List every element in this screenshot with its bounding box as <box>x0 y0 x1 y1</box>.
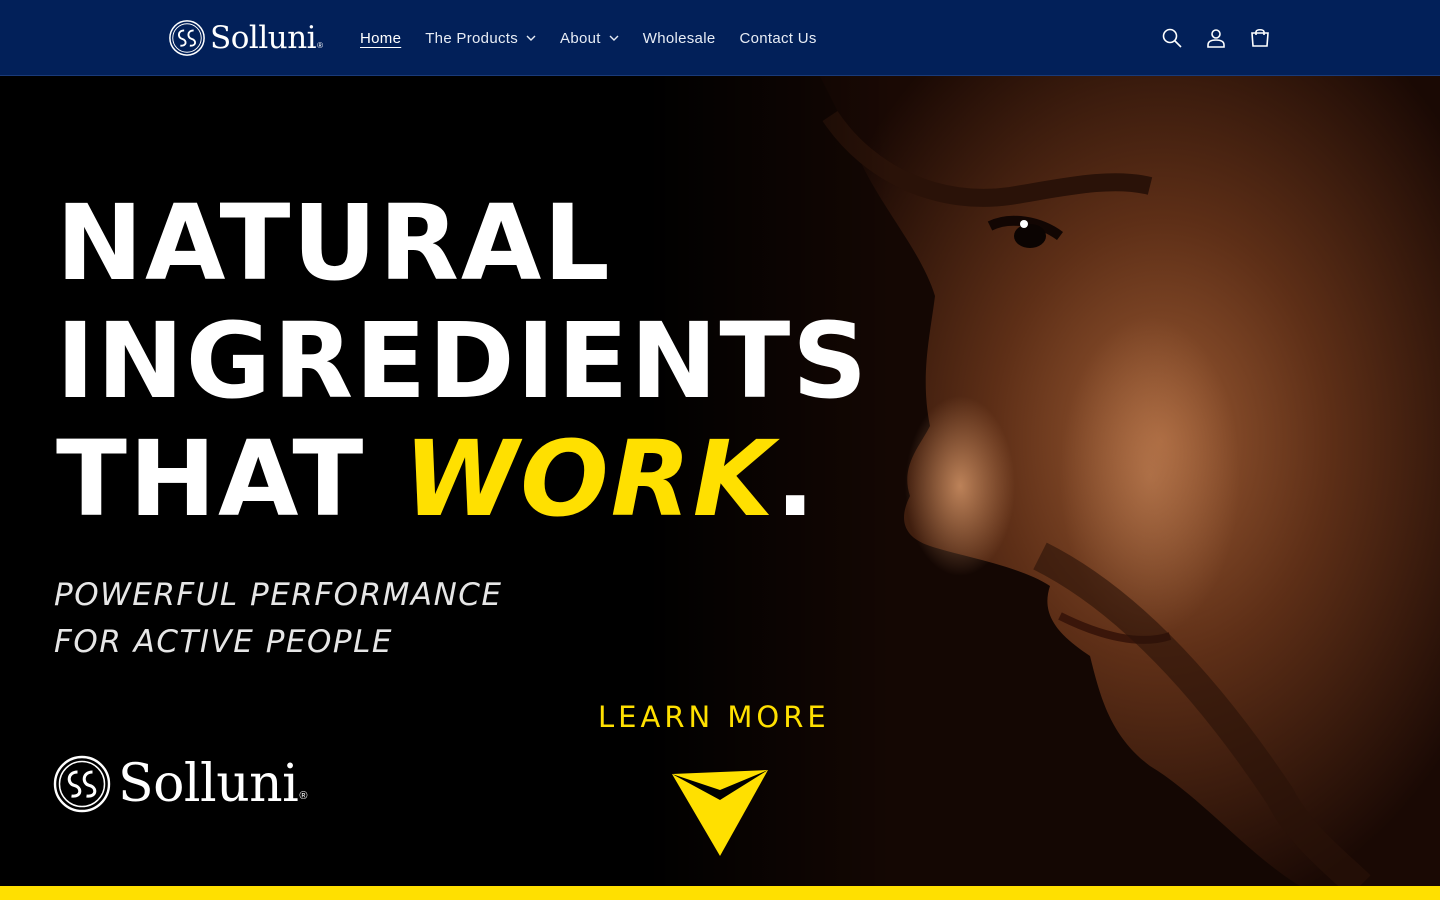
headline-line-2: INGREDIENTS <box>56 300 870 422</box>
hero-brand-name: Solluni <box>118 754 299 814</box>
nav-about-label: About <box>560 29 601 47</box>
nav-contact-label: Contact Us <box>739 29 817 47</box>
nav-home-label: Home <box>360 29 402 47</box>
accent-bar <box>0 886 1440 900</box>
search-icon <box>1162 28 1182 48</box>
header-icons <box>1150 16 1282 60</box>
hero-headline: NATURAL INGREDIENTS THAT WORK. <box>56 184 869 538</box>
solluni-logo-icon <box>53 755 111 813</box>
chevron-down-icon <box>526 35 536 41</box>
hero-logo: Solluni ® <box>52 754 307 814</box>
headline-line-1: NATURAL <box>56 182 612 304</box>
headline-work: WORK <box>403 418 776 540</box>
nav-wholesale-label: Wholesale <box>642 29 716 47</box>
headline-line-3: THAT WORK. <box>56 420 869 538</box>
nav-about[interactable]: About <box>548 0 631 76</box>
search-button[interactable] <box>1150 16 1194 60</box>
nav-products[interactable]: The Products <box>413 0 548 76</box>
nav-home[interactable]: Home <box>348 0 413 76</box>
headline-period: . <box>775 418 817 540</box>
learn-more-link[interactable]: LEARN MORE <box>598 700 830 734</box>
hero-banner[interactable]: NATURAL INGREDIENTS THAT WORK. POWERFUL … <box>0 76 1440 886</box>
headline-that: THAT <box>56 418 404 540</box>
brand-name: Solluni <box>210 20 317 56</box>
account-button[interactable] <box>1194 16 1238 60</box>
account-icon <box>1207 29 1225 48</box>
hero-registered-mark: ® <box>299 790 308 802</box>
chevron-down-icon <box>609 35 619 41</box>
subheadline-line-2: FOR ACTIVE PEOPLE <box>54 624 393 660</box>
cart-icon <box>1251 28 1269 47</box>
hero-subheadline: POWERFUL PERFORMANCE FOR ACTIVE PEOPLE <box>54 572 503 666</box>
nav-contact[interactable]: Contact Us <box>727 0 828 76</box>
arrow-down-icon[interactable] <box>670 770 770 858</box>
header-logo[interactable]: Solluni ® <box>168 18 323 58</box>
nav-wholesale[interactable]: Wholesale <box>631 0 728 76</box>
registered-mark: ® <box>317 41 323 50</box>
main-nav: Home The Products About Wholesale Contac… <box>348 0 829 76</box>
solluni-logo-icon <box>169 20 205 56</box>
subheadline-line-1: POWERFUL PERFORMANCE <box>54 577 503 613</box>
site-header: Solluni ® Home The Products About Wholes… <box>0 0 1440 76</box>
nav-products-label: The Products <box>425 29 519 47</box>
cart-button[interactable] <box>1238 16 1282 60</box>
